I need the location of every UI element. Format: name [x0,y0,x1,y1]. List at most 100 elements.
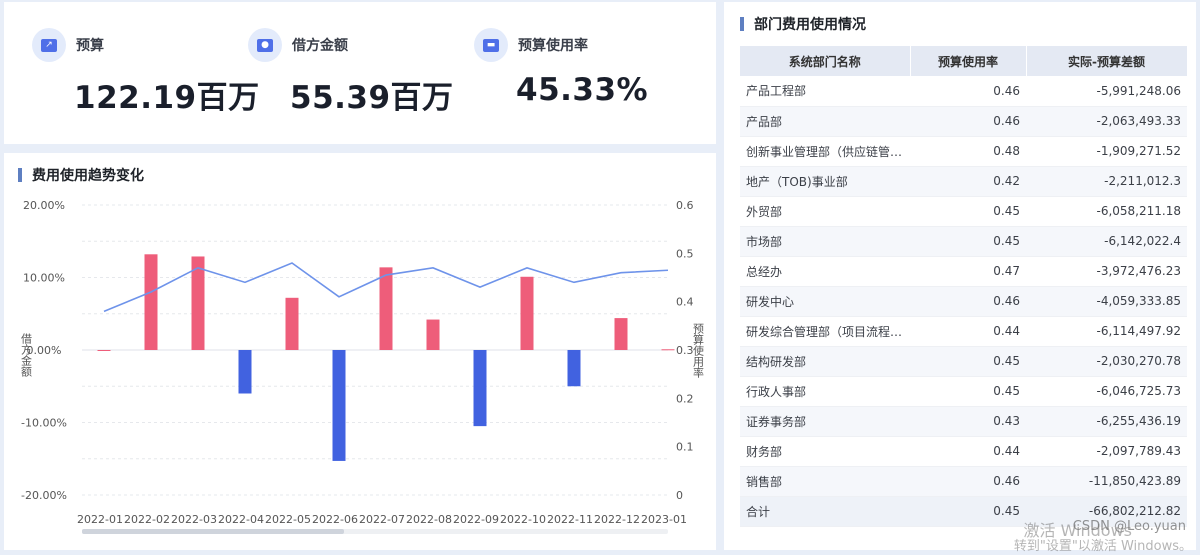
usage-rate-cell: 0.45 [910,346,1026,377]
kpi-value: 45.33% [516,72,649,108]
column-header-difference[interactable]: 实际-预算差额 [1026,46,1188,76]
difference-cell: -6,114,497.92 [1026,316,1187,347]
y-tick-label: -10.00% [21,417,67,430]
x-tick-label: 2022-01 [77,513,123,526]
column-header-department[interactable]: 系统部门名称 [740,46,911,76]
department-cell: 外贸部 [740,196,910,227]
difference-cell: -2,097,789.43 [1026,436,1187,467]
bar-mark [238,350,252,394]
table-row[interactable]: 行政人事部 0.45 -6,046,725.73 [740,376,1187,407]
kpi-budget: ↗ 预算 122.19百万 [32,28,259,116]
table-row[interactable]: 证券事务部 0.43 -6,255,436.19 [740,406,1187,437]
kpi-debit: ● 借方金额 55.39百万 [248,28,453,116]
x-tick-label: 2022-06 [312,513,358,526]
difference-cell: -6,142,022.4 [1026,226,1187,257]
usage-rate-cell: 0.42 [910,166,1026,197]
table-title: 部门费用使用情况 [740,14,866,34]
table-row[interactable]: 创新事业管理部（供应链管… 0.48 -1,909,271.52 [740,136,1187,167]
y-axis-label: 借方金额 [20,333,33,378]
usage-rate-cell: 0.46 [910,286,1026,317]
watermark-line2: 转到"设置"以激活 Windows。 [1013,539,1192,554]
difference-cell: -2,030,270.78 [1026,346,1187,377]
department-cell: 研发综合管理部（项目流程… [740,316,910,347]
difference-cell: -4,059,333.85 [1026,286,1187,317]
title-accent-bar [740,17,744,31]
y2-axis-label: 预算使用率 [692,323,705,379]
table-title-text: 部门费用使用情况 [754,17,866,33]
y-tick-label: 20.00% [23,199,65,212]
difference-cell: -2,063,493.33 [1026,106,1187,137]
x-tick-label: 2022-05 [265,513,311,526]
chart-scroll-thumb[interactable] [82,529,344,534]
bar-mark [97,350,111,351]
department-cell: 行政人事部 [740,376,910,407]
table-row[interactable]: 结构研发部 0.45 -2,030,270.78 [740,346,1187,377]
department-table-panel: 部门费用使用情况 系统部门名称 预算使用率 实际-预算差额 产品工程部 0.46-… [724,2,1196,550]
usage-rate-cell: 0.44 [910,436,1026,467]
table-row[interactable]: 产品部 0.46 -2,063,493.33 [740,106,1187,137]
usage-rate-cell: 0.46 [910,466,1026,497]
department-cell: 地产（TOB)事业部 [740,166,910,197]
difference-cell: -6,255,436.19 [1026,406,1187,437]
kpi-usage-rate: ▬ 预算使用率 45.33% [474,28,648,108]
people-icon: ● [248,28,282,62]
table-row[interactable]: 产品工程部 0.46 -5,991,248.06 [740,76,1187,107]
usage-rate-cell: 0.43 [910,406,1026,437]
kpi-label: 预算使用率 [518,38,588,54]
kpi-panel: ↗ 预算 122.19百万 ● 借方金额 55.39百万 ▬ 预算使用率 45.… [4,2,716,144]
x-tick-label: 2022-10 [500,513,546,526]
table-row[interactable]: 研发综合管理部（项目流程… 0.44 -6,114,497.92 [740,316,1187,347]
bar-mark [426,319,440,350]
x-tick-label: 2022-09 [453,513,499,526]
total-usage-rate-cell: 0.45 [910,496,1026,527]
kpi-label: 预算 [76,38,104,54]
y2-tick-label: 0.1 [676,441,694,454]
kpi-label: 借方金额 [292,38,348,54]
x-tick-label: 2022-02 [124,513,170,526]
difference-cell: -5,991,248.06 [1026,76,1187,107]
kpi-value: 122.19百万 [74,80,260,116]
department-cell: 证券事务部 [740,406,910,437]
usage-rate-cell: 0.44 [910,316,1026,347]
bar-mark [614,318,628,350]
difference-cell: -6,058,211.18 [1026,196,1187,227]
table-row[interactable]: 外贸部 0.45 -6,058,211.18 [740,196,1187,227]
y2-tick-label: 0.6 [676,199,694,212]
bar-mark [144,254,158,350]
usage-rate-cell: 0.46 [910,76,1026,107]
bar-mark [473,350,487,427]
x-tick-label: 2022-04 [218,513,264,526]
usage-rate-cell: 0.47 [910,256,1026,287]
table-row[interactable]: 销售部 0.46 -11,850,423.89 [740,466,1187,497]
trend-chart-icon: ↗ [32,28,66,62]
x-tick-label: 2022-11 [547,513,593,526]
usage-rate-cell: 0.48 [910,136,1026,167]
total-label-cell: 合计 [740,496,910,527]
table-row[interactable]: 地产（TOB)事业部 0.42 -2,211,012.3 [740,166,1187,197]
x-tick-label: 2022-07 [359,513,405,526]
usage-rate-cell: 0.45 [910,196,1026,227]
difference-cell: -1,909,271.52 [1026,136,1187,167]
table-row[interactable]: 研发中心 0.46 -4,059,333.85 [740,286,1187,317]
difference-cell: -6,046,725.73 [1026,376,1187,407]
column-header-usage-rate[interactable]: 预算使用率 [910,46,1027,76]
bar-mark [379,267,393,350]
kpi-value: 55.39百万 [290,80,454,116]
department-cell: 总经办 [740,256,910,287]
table-row[interactable]: 市场部 0.45 -6,142,022.4 [740,226,1187,257]
difference-cell: -3,972,476.23 [1026,256,1187,287]
x-tick-label: 2022-08 [406,513,452,526]
bar-mark [285,297,299,350]
table-header-row: 系统部门名称 预算使用率 实际-预算差额 [740,46,1188,76]
y2-tick-label: 0.5 [676,247,694,260]
table-row[interactable]: 总经办 0.47 -3,972,476.23 [740,256,1187,287]
bar-mark [332,350,346,461]
y2-tick-label: 0.2 [676,392,694,405]
usage-rate-cell: 0.45 [910,376,1026,407]
department-cell: 产品工程部 [740,76,910,107]
bar-mark [520,276,534,350]
department-cell: 产品部 [740,106,910,137]
difference-cell: -11,850,423.89 [1026,466,1187,497]
department-cell: 销售部 [740,466,910,497]
table-row[interactable]: 财务部 0.44 -2,097,789.43 [740,436,1187,467]
